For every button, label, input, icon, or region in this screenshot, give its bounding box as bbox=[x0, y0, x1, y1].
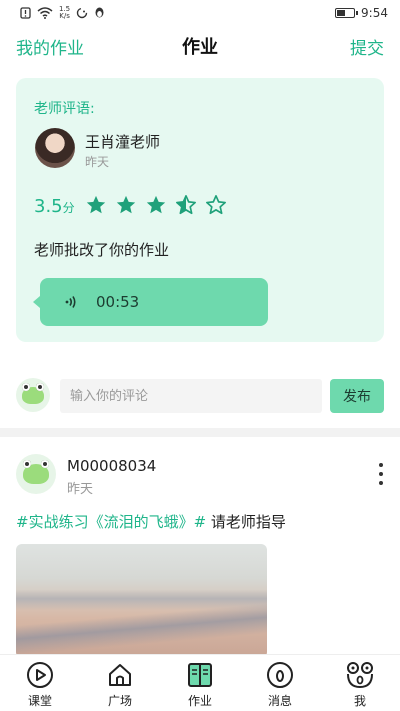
nav-item-homework[interactable]: 作业 bbox=[160, 655, 240, 711]
review-comment: 老师批改了你的作业 bbox=[34, 241, 170, 259]
nav-label-classroom: 课堂 bbox=[27, 694, 52, 708]
score-value: 3.5 bbox=[34, 196, 63, 217]
post-topic-tag[interactable]: #实战练习《流泪的飞蛾》# bbox=[16, 513, 206, 531]
status-bar: 1.5 K/s 9:54 bbox=[0, 0, 400, 26]
network-speed-unit: K/s bbox=[59, 12, 70, 20]
sync-icon bbox=[76, 7, 88, 19]
sound-wave-icon bbox=[65, 296, 76, 308]
teacher-name: 王肖潼老师 bbox=[85, 133, 161, 151]
star-full-icon bbox=[144, 194, 168, 221]
play-circle-icon bbox=[25, 660, 55, 690]
nav-item-me[interactable]: 我 bbox=[320, 655, 400, 711]
book-icon bbox=[185, 660, 215, 690]
battery-icon bbox=[335, 8, 359, 18]
user-avatar bbox=[16, 378, 50, 412]
submit-button[interactable]: 提交 bbox=[350, 34, 384, 59]
star-empty-icon bbox=[204, 194, 228, 221]
voice-duration: 00:53 bbox=[96, 293, 140, 311]
nav-label-messages: 消息 bbox=[267, 694, 292, 708]
star-full-icon bbox=[84, 194, 108, 221]
my-homework-link[interactable]: 我的作业 bbox=[16, 34, 84, 59]
comment-row: 发布 bbox=[0, 378, 400, 414]
comment-input[interactable] bbox=[60, 379, 322, 413]
star-half-icon bbox=[174, 194, 198, 221]
nav-label-homework: 作业 bbox=[187, 694, 212, 708]
teacher-avatar[interactable] bbox=[35, 128, 75, 168]
nav-item-messages[interactable]: 消息 bbox=[240, 655, 320, 711]
star-rating bbox=[84, 194, 228, 221]
post-time: 昨天 bbox=[67, 482, 94, 497]
post-author-name[interactable]: M00008034 bbox=[67, 457, 156, 475]
nav-item-classroom[interactable]: 课堂 bbox=[0, 655, 80, 711]
review-label: 老师评语: bbox=[34, 101, 95, 117]
post-body: 请老师指导 bbox=[206, 513, 286, 531]
voice-message[interactable]: 00:53 bbox=[33, 278, 268, 326]
score: 3.5分 bbox=[34, 196, 75, 217]
nav-label-me: 我 bbox=[353, 694, 366, 708]
nav-label-square: 广场 bbox=[107, 694, 132, 708]
nav-item-square[interactable]: 广场 bbox=[80, 655, 160, 711]
review-time: 昨天 bbox=[85, 155, 110, 169]
bottom-nav: 课堂 广场 作业 消息 我 bbox=[0, 654, 400, 711]
message-icon bbox=[265, 660, 295, 690]
status-time: 9:54 bbox=[361, 6, 388, 20]
section-divider bbox=[0, 428, 400, 437]
frog-face-icon bbox=[345, 660, 375, 690]
post-text: #实战练习《流泪的飞蛾》# 请老师指导 bbox=[16, 511, 286, 532]
top-bar: 我的作业 作业 提交 bbox=[0, 26, 400, 66]
score-unit: 分 bbox=[62, 201, 75, 215]
home-icon bbox=[105, 660, 135, 690]
post-author-avatar[interactable] bbox=[16, 454, 56, 494]
penguin-icon bbox=[95, 7, 104, 18]
notification-icon bbox=[20, 7, 31, 19]
network-speed: 1.5 K/s bbox=[59, 6, 70, 20]
publish-button[interactable]: 发布 bbox=[330, 379, 384, 413]
homework-screen: 1.5 K/s 9:54 我的作业 作业 提交 老师评语: 王肖潼老师 昨天 3… bbox=[0, 0, 400, 711]
teacher-review-card: 老师评语: 王肖潼老师 昨天 3.5分 老师批改了你的作业 00:53 bbox=[16, 78, 384, 342]
star-full-icon bbox=[114, 194, 138, 221]
more-options-icon[interactable] bbox=[376, 460, 386, 488]
post-image[interactable] bbox=[16, 544, 267, 658]
wifi-icon bbox=[37, 7, 53, 19]
